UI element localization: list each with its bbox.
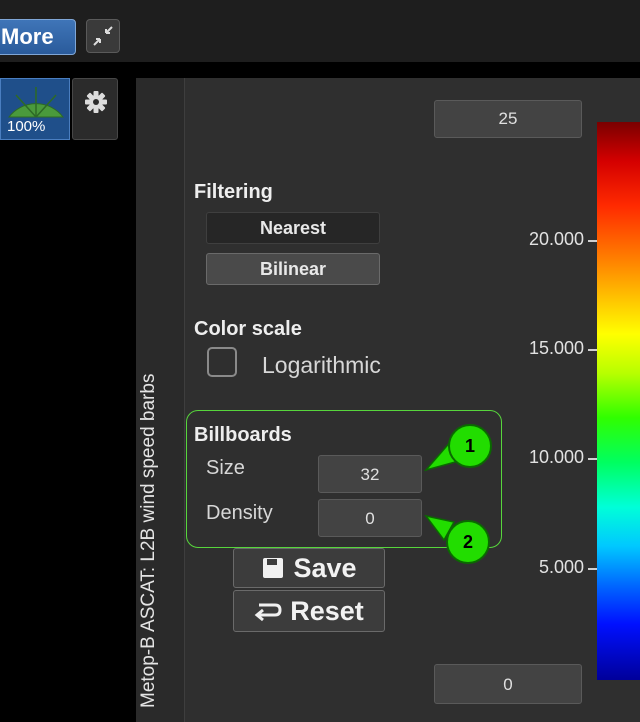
density-input[interactable]: 0 xyxy=(318,499,422,537)
range-min-field[interactable]: 0 xyxy=(434,664,582,704)
tick-mark xyxy=(588,458,597,460)
save-label: Save xyxy=(293,552,357,583)
layer-opacity-percent: 100% xyxy=(7,118,46,135)
callout-badge-1: 1 xyxy=(448,424,492,468)
size-label: Size xyxy=(206,457,245,479)
reset-arrow-icon xyxy=(254,603,282,622)
tick-label: 10.000 xyxy=(528,447,584,467)
collapse-arrows-icon xyxy=(93,26,113,46)
color-scale-heading: Color scale xyxy=(194,318,302,340)
density-label: Density xyxy=(206,502,273,524)
layer-title: Metop-B ASCAT: L2B wind speed barbs xyxy=(138,373,159,708)
color-scale-bar xyxy=(597,122,640,680)
save-button[interactable]: Save xyxy=(233,548,385,588)
radar-fan-icon xyxy=(7,87,65,118)
tick-label: 15.000 xyxy=(528,338,584,358)
tick-label: 20.000 xyxy=(528,229,584,249)
logarithmic-label: Logarithmic xyxy=(262,352,381,378)
range-max-field[interactable]: 25 xyxy=(434,100,582,138)
logarithmic-checkbox[interactable] xyxy=(207,347,237,377)
floppy-disk-icon xyxy=(263,558,284,578)
layer-settings-panel xyxy=(136,78,640,722)
reset-button[interactable]: Reset xyxy=(233,590,385,632)
filter-bilinear-button[interactable]: Bilinear xyxy=(206,253,380,285)
callout-badge-2: 2 xyxy=(446,520,490,564)
layer-thumbnail[interactable]: 100% xyxy=(0,78,70,140)
size-input[interactable]: 32 xyxy=(318,455,422,493)
more-button[interactable]: More xyxy=(0,19,76,55)
billboards-heading: Billboards xyxy=(194,424,292,446)
tick-mark xyxy=(588,568,597,570)
layer-settings-button[interactable] xyxy=(72,78,118,140)
tick-mark xyxy=(588,240,597,242)
filtering-heading: Filtering xyxy=(194,181,273,203)
tick-mark xyxy=(588,349,597,351)
tick-label: 5.000 xyxy=(538,557,584,577)
collapse-button[interactable] xyxy=(86,19,120,53)
reset-label: Reset xyxy=(290,595,364,626)
gear-icon xyxy=(85,91,107,113)
filter-nearest-button[interactable]: Nearest xyxy=(206,212,380,244)
